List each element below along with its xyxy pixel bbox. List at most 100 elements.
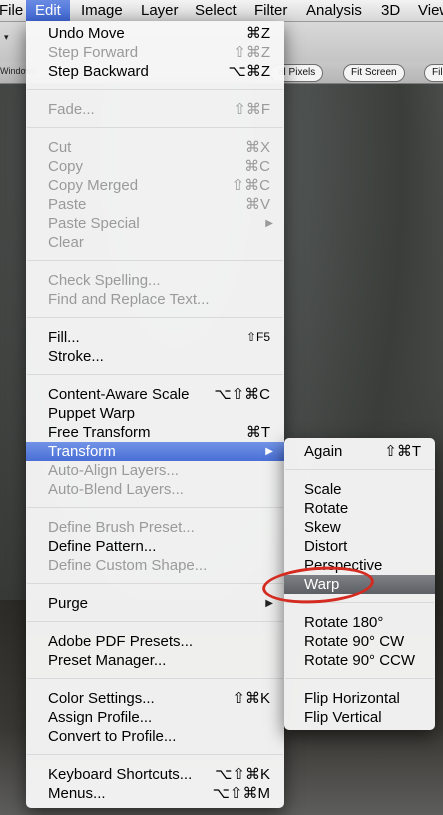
menu-filter[interactable]: Filter [254,1,287,21]
menu-select[interactable]: Select [195,1,237,21]
item-shortcut: ⇧F5 [245,330,270,344]
item-label: Step Forward [48,44,139,61]
submenu-item-flip-horizontal[interactable]: Flip Horizontal [284,689,435,708]
item-label: Flip Horizontal [304,690,400,707]
menu-item-fill[interactable]: Fill... ⇧F5 [26,328,284,347]
item-label: Assign Profile... [48,709,153,726]
menu-separator [285,469,434,470]
menu-item-define-brush-preset[interactable]: Define Brush Preset... [26,518,284,537]
item-shortcut: ⌘Z [245,25,270,42]
submenu-item-rotate[interactable]: Rotate [284,499,435,518]
menu-item-paste[interactable]: Paste ⌘V [26,195,284,214]
menu-item-step-forward[interactable]: Step Forward ⇧⌘Z [26,43,284,62]
item-label: Stroke... [48,348,104,365]
menu-item-define-pattern[interactable]: Define Pattern... [26,537,284,556]
menu-item-copy[interactable]: Copy ⌘C [26,157,284,176]
item-label: Find and Replace Text... [48,291,210,308]
menu-edit[interactable]: Edit [26,0,70,21]
item-shortcut: ⌥⌘Z [228,63,270,80]
submenu-arrow-icon: ▶ [265,218,273,229]
submenu-item-rotate-90-ccw[interactable]: Rotate 90° CCW [284,651,435,670]
menu-item-adobe-pdf-presets[interactable]: Adobe PDF Presets... [26,632,284,651]
menu-item-define-custom-shape[interactable]: Define Custom Shape... [26,556,284,575]
menu-item-purge[interactable]: Purge ▶ [26,594,284,613]
menu-separator [27,507,283,508]
menu-separator [27,127,283,128]
menu-item-convert-to-profile[interactable]: Convert to Profile... [26,727,284,746]
menu-file[interactable]: File [0,1,23,21]
item-label: Again [304,443,343,460]
tool-preset-arrow-icon[interactable]: ▾ [4,32,9,43]
submenu-item-again[interactable]: Again ⇧⌘T [284,442,435,461]
submenu-item-scale[interactable]: Scale [284,480,435,499]
menu-item-clear[interactable]: Clear [26,233,284,252]
item-label: Rotate 90° CW [304,633,405,650]
item-label: Keyboard Shortcuts... [48,766,193,783]
menu-layer[interactable]: Layer [141,1,179,21]
item-shortcut: ⌘V [244,196,270,213]
item-label: Adobe PDF Presets... [48,633,194,650]
item-label: Step Backward [48,63,149,80]
item-shortcut: ⌘T [245,424,270,441]
submenu-item-skew[interactable]: Skew [284,518,435,537]
menu-item-paste-special[interactable]: Paste Special ▶ [26,214,284,233]
menu-image[interactable]: Image [81,1,123,21]
menu-view[interactable]: View [418,1,443,21]
menu-item-keyboard-shortcuts[interactable]: Keyboard Shortcuts... ⌥⇧⌘K [26,765,284,784]
item-label: Clear [48,234,84,251]
item-label: Paste [48,196,87,213]
menu-item-puppet-warp[interactable]: Puppet Warp [26,404,284,423]
submenu-item-rotate-90-cw[interactable]: Rotate 90° CW [284,632,435,651]
menu-separator [27,583,283,584]
menu-item-assign-profile[interactable]: Assign Profile... [26,708,284,727]
menu-separator [27,317,283,318]
menu-separator [27,374,283,375]
item-shortcut: ⌘C [244,158,270,175]
item-label: Copy [48,158,84,175]
item-label: Fill... [48,329,80,346]
menu-3d[interactable]: 3D [381,1,400,21]
menu-item-menus[interactable]: Menus... ⌥⇧⌘M [26,784,284,803]
menu-item-stroke[interactable]: Stroke... [26,347,284,366]
menu-separator [285,678,434,679]
fit-screen-button[interactable]: Fit Screen [343,64,405,82]
item-shortcut: ⇧⌘C [231,177,270,194]
menu-item-auto-blend-layers[interactable]: Auto-Blend Layers... [26,480,284,499]
menu-item-transform[interactable]: Transform ▶ [26,442,284,461]
edit-menu: Undo Move ⌘Z Step Forward ⇧⌘Z Step Backwar… [26,21,284,808]
item-label: Define Custom Shape... [48,557,208,574]
menu-separator [27,260,283,261]
menu-item-copy-merged[interactable]: Copy Merged ⇧⌘C [26,176,284,195]
item-label: Rotate 90° CCW [304,652,416,669]
item-shortcut: ⌥⇧⌘M [212,785,270,802]
fill-screen-button[interactable]: Fill [424,64,443,82]
menu-item-color-settings[interactable]: Color Settings... ⇧⌘K [26,689,284,708]
menu-item-cut[interactable]: Cut ⌘X [26,138,284,157]
menu-item-auto-align-layers[interactable]: Auto-Align Layers... [26,461,284,480]
menu-analysis[interactable]: Analysis [306,1,362,21]
menu-separator [27,89,283,90]
submenu-item-flip-vertical[interactable]: Flip Vertical [284,708,435,727]
menu-item-check-spelling[interactable]: Check Spelling... [26,271,284,290]
menu-item-undo-move[interactable]: Undo Move ⌘Z [26,24,284,43]
menu-item-step-backward[interactable]: Step Backward ⌥⌘Z [26,62,284,81]
menu-item-content-aware-scale[interactable]: Content-Aware Scale ⌥⇧⌘C [26,385,284,404]
submenu-item-distort[interactable]: Distort [284,537,435,556]
item-label: Copy Merged [48,177,139,194]
menu-item-fade[interactable]: Fade... ⇧⌘F [26,100,284,119]
item-label: Rotate 180° [304,614,384,631]
item-label: Preset Manager... [48,652,167,669]
item-shortcut: ⇧⌘T [384,443,421,460]
item-shortcut: ⇧⌘Z [233,44,270,61]
submenu-item-rotate-180[interactable]: Rotate 180° [284,613,435,632]
item-label: Menus... [48,785,106,802]
menu-bar: File Edit Image Layer Select Filter Anal… [0,0,443,22]
menu-item-preset-manager[interactable]: Preset Manager... [26,651,284,670]
item-label: Purge [48,595,89,612]
item-label: Cut [48,139,72,156]
menu-item-find-replace[interactable]: Find and Replace Text... [26,290,284,309]
item-label: Undo Move [48,25,125,42]
item-label: Distort [304,538,348,555]
item-label: Auto-Blend Layers... [48,481,184,498]
menu-item-free-transform[interactable]: Free Transform ⌘T [26,423,284,442]
